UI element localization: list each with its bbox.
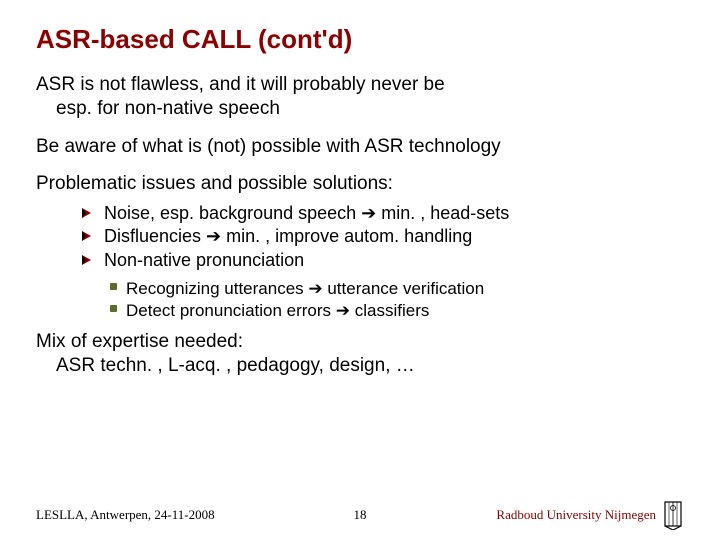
bullet-list: Noise, esp. background speech ➔ min. , h…: [82, 202, 684, 272]
footer-left: LESLLA, Antwerpen, 24-11-2008: [36, 507, 215, 523]
paragraph-3: Problematic issues and possible solution…: [36, 172, 684, 196]
paragraph-2: Be aware of what is (not) possible with …: [36, 135, 684, 159]
sub-bullet-item: Recognizing utterances ➔ utterance verif…: [110, 278, 684, 300]
bullet-item: Disfluencies ➔ min. , improve autom. han…: [82, 225, 684, 248]
para1-line1: ASR is not flawless, and it will probabl…: [36, 74, 445, 95]
bullet-item: Noise, esp. background speech ➔ min. , h…: [82, 202, 684, 225]
footer-right: Radboud University Nijmegen: [496, 500, 684, 530]
slide-title: ASR-based CALL (cont'd): [36, 24, 684, 55]
footer: LESLLA, Antwerpen, 24-11-2008 18 Radboud…: [36, 500, 684, 530]
paragraph-4: Mix of expertise needed: ASR techn. , L-…: [36, 330, 684, 378]
sub-bullet-item: Detect pronunciation errors ➔ classifier…: [110, 300, 684, 322]
slide-number: 18: [354, 507, 367, 523]
university-name: Radboud University Nijmegen: [496, 507, 656, 523]
university-logo-icon: [662, 500, 684, 530]
para1-line2: esp. for non-native speech: [36, 97, 280, 121]
paragraph-1: ASR is not flawless, and it will probabl…: [36, 73, 684, 121]
para4-line1: Mix of expertise needed:: [36, 331, 243, 352]
sub-bullet-list: Recognizing utterances ➔ utterance verif…: [110, 278, 684, 322]
para4-line2: ASR techn. , L-acq. , pedagogy, design, …: [36, 354, 415, 378]
bullet-item: Non-native pronunciation: [82, 249, 684, 272]
slide: ASR-based CALL (cont'd) ASR is not flawl…: [0, 0, 720, 540]
